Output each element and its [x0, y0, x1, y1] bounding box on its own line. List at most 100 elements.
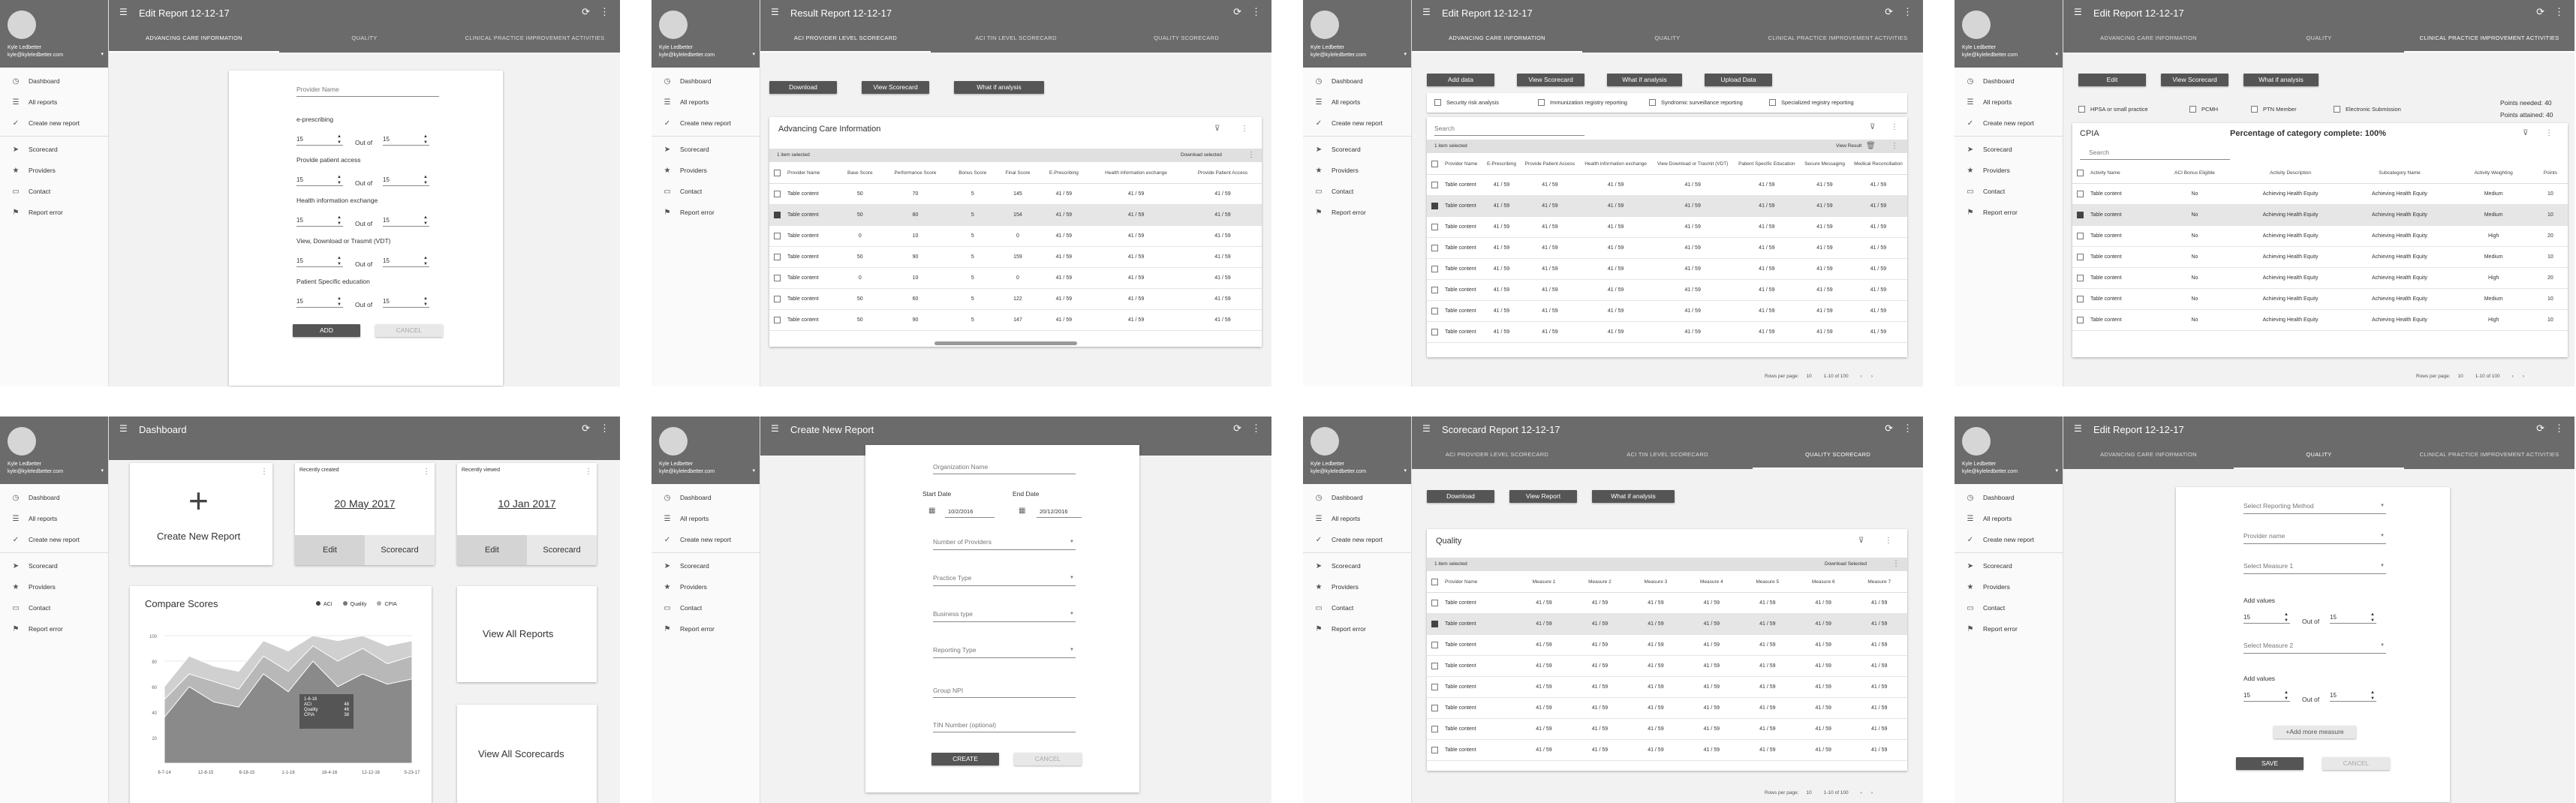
more-vert-icon[interactable]: ⋮: [1903, 6, 1912, 18]
edit-button[interactable]: Edit: [457, 535, 527, 565]
nav-item-report-error[interactable]: ⚑ Report error: [1303, 202, 1411, 223]
menu-icon[interactable]: ☰: [1422, 7, 1431, 17]
table-row[interactable]: Table content 41 / 59 41 / 59 41 / 59 41 / 5…: [1427, 300, 1907, 322]
more-vert-icon[interactable]: ⋮: [1903, 423, 1912, 435]
nav-item-all-reports[interactable]: ☰ All reports: [1303, 92, 1411, 113]
row-checkbox[interactable]: [773, 253, 781, 260]
avatar[interactable]: [659, 11, 688, 39]
column-header[interactable]: Activity Description: [2235, 164, 2346, 184]
row-checkbox[interactable]: [773, 316, 781, 323]
account-dropdown-icon[interactable]: ▾: [101, 51, 104, 57]
table-row[interactable]: Table content 41 / 59 41 / 59 41 / 59 41 / 5…: [1427, 195, 1907, 217]
table-row[interactable]: Table content 41 / 59 41 / 59 41 / 59 41 / 5…: [1427, 613, 1907, 635]
save-button[interactable]: SAVE: [2236, 757, 2304, 770]
column-header[interactable]: Activity Name: [2087, 164, 2154, 184]
create-report-card[interactable]: ⋮ + Create New Report: [130, 463, 272, 565]
stepper-arrows-icon[interactable]: ▲ ▼: [2370, 612, 2375, 624]
nav-item-providers[interactable]: ★ Providers: [1955, 160, 2063, 181]
scorecard-button[interactable]: Scorecard: [365, 535, 435, 565]
nav-item-dashboard[interactable]: ◷ Dashboard: [1955, 71, 2063, 92]
row-checkbox[interactable]: [2076, 253, 2084, 260]
table-row[interactable]: Table content No Achieving Health Equity Ac…: [2072, 246, 2568, 268]
nav-item-dashboard[interactable]: ◷ Dashboard: [652, 71, 760, 92]
column-header[interactable]: Activity Weighting: [2454, 164, 2533, 184]
table-row[interactable]: Table content 41 / 59 41 / 59 41 / 59 41 / 5…: [1427, 718, 1907, 740]
number-stepper[interactable]: 15 ▲ ▼: [296, 215, 343, 227]
column-header[interactable]: Subcategory Name: [2345, 164, 2454, 184]
upload-data-button[interactable]: Upload Data: [1705, 74, 1772, 86]
table-row[interactable]: Table content No Achieving Health Equity Ac…: [2072, 225, 2568, 247]
column-header[interactable]: Measure 3: [1627, 573, 1684, 593]
tab-1[interactable]: QUALITY: [2234, 26, 2404, 53]
row-checkbox[interactable]: [1769, 99, 1776, 106]
stepper-arrows-icon[interactable]: ▲ ▼: [423, 174, 428, 186]
column-header[interactable]: Provider Name: [1442, 573, 1516, 593]
more-vert-icon[interactable]: ⋮: [1251, 423, 1261, 435]
more-vert-icon[interactable]: ⋮: [1885, 537, 1892, 545]
more-vert-icon[interactable]: ⋮: [1891, 142, 1898, 150]
next-page-icon[interactable]: ›: [2523, 374, 2524, 379]
row-checkbox[interactable]: [2076, 170, 2084, 177]
more-vert-icon[interactable]: ⋮: [2554, 423, 2564, 435]
stepper-arrows-icon[interactable]: ▲ ▼: [337, 134, 342, 146]
nav-item-all-reports[interactable]: ☰ All reports: [652, 508, 760, 529]
what-if-analysis-button[interactable]: What if analysis: [954, 81, 1044, 94]
tab-1[interactable]: QUALITY: [279, 26, 450, 53]
row-checkbox[interactable]: [1431, 746, 1438, 753]
nav-item-report-error[interactable]: ⚑ Report error: [0, 618, 108, 639]
next-page-icon[interactable]: ›: [1871, 790, 1873, 795]
download-button[interactable]: Download: [1427, 490, 1494, 503]
tab-2[interactable]: QUALITY SCORECARD: [1101, 26, 1271, 53]
row-checkbox[interactable]: [773, 211, 781, 218]
view-scorecard-button[interactable]: View Scorecard: [862, 81, 929, 94]
recent-date-link[interactable]: 10 Jan 2017: [493, 498, 561, 510]
row-checkbox[interactable]: [2076, 211, 2084, 218]
number-stepper[interactable]: 15 ▲ ▼: [2243, 612, 2290, 624]
more-vert-icon[interactable]: ⋮: [1241, 125, 1248, 133]
tab-2[interactable]: QUALITY SCORECARD: [1753, 442, 1923, 469]
table-row[interactable]: Table content 0 10 5 0 41 / 59 41 / 59 41 / 59: [769, 267, 1262, 289]
table-row[interactable]: Table content 41 / 59 41 / 59 41 / 59 41 / 5…: [1427, 697, 1907, 719]
practice-type-select[interactable]: Practice Type ▼: [933, 574, 1076, 586]
stepper-arrows-icon[interactable]: ▲ ▼: [423, 134, 428, 146]
table-row[interactable]: Table content No Achieving Health Equity Ac…: [2072, 183, 2568, 205]
provider-name-select[interactable]: Provider name ▼: [2243, 532, 2386, 544]
nav-item-all-reports[interactable]: ☰ All reports: [652, 92, 760, 113]
table-row[interactable]: Table content 41 / 59 41 / 59 41 / 59 41 / 5…: [1427, 592, 1907, 614]
nav-item-providers[interactable]: ★ Providers: [0, 160, 108, 181]
table-row[interactable]: Table content 41 / 59 41 / 59 41 / 59 41 / 5…: [1427, 279, 1907, 301]
reporting-type-select[interactable]: Reporting Type ▼: [933, 646, 1076, 658]
nav-item-providers[interactable]: ★ Providers: [652, 160, 760, 181]
nav-item-create-new[interactable]: ✓ Create new report: [652, 529, 760, 550]
nav-item-contact[interactable]: ▭ Contact: [0, 181, 108, 202]
nav-item-scorecard[interactable]: ➤ Scorecard: [652, 555, 760, 576]
nav-item-report-error[interactable]: ⚑ Report error: [652, 618, 760, 639]
rows-per-page-select[interactable]: 10: [2458, 374, 2463, 379]
row-checkbox[interactable]: [1431, 599, 1438, 606]
nav-item-all-reports[interactable]: ☰ All reports: [0, 92, 108, 113]
column-header[interactable]: E-Prescribing: [1482, 155, 1521, 175]
refresh-icon[interactable]: ⟳: [2536, 6, 2544, 18]
number-stepper[interactable]: 15 ▲ ▼: [383, 174, 429, 186]
row-checkbox[interactable]: [2076, 232, 2084, 239]
add-data-button[interactable]: Add data: [1427, 74, 1494, 86]
avatar[interactable]: [1962, 427, 1991, 456]
row-checkbox[interactable]: [1649, 99, 1656, 106]
more-vert-icon[interactable]: ⋮: [2545, 129, 2553, 137]
row-checkbox[interactable]: [2076, 190, 2084, 197]
recent-date-link[interactable]: 20 May 2017: [331, 498, 399, 510]
menu-icon[interactable]: ☰: [771, 7, 779, 17]
tab-2[interactable]: CLINICAL PRACTICE IMPROVEMENT ACTIVITIES: [450, 26, 620, 53]
nav-item-report-error[interactable]: ⚑ Report error: [1955, 618, 2063, 639]
cancel-button[interactable]: CANCEL: [375, 324, 443, 337]
table-row[interactable]: Table content 50 70 5 145 41 / 59 41 / 59 41 / …: [769, 183, 1262, 205]
account-dropdown-icon[interactable]: ▾: [1404, 468, 1407, 474]
reporting-method-select[interactable]: Select Reporting Method ▼: [2243, 502, 2386, 514]
row-checkbox[interactable]: [1431, 307, 1438, 314]
number-stepper[interactable]: 15 ▲ ▼: [383, 215, 429, 227]
table-row[interactable]: Table content 41 / 59 41 / 59 41 / 59 41 / 5…: [1427, 258, 1907, 280]
tab-2[interactable]: CLINICAL PRACTICE IMPROVEMENT ACTIVITIES: [2404, 442, 2574, 469]
row-checkbox[interactable]: [1431, 223, 1438, 230]
nav-item-providers[interactable]: ★ Providers: [1303, 160, 1411, 181]
column-header[interactable]: Patient Specific Education: [1733, 155, 1801, 175]
